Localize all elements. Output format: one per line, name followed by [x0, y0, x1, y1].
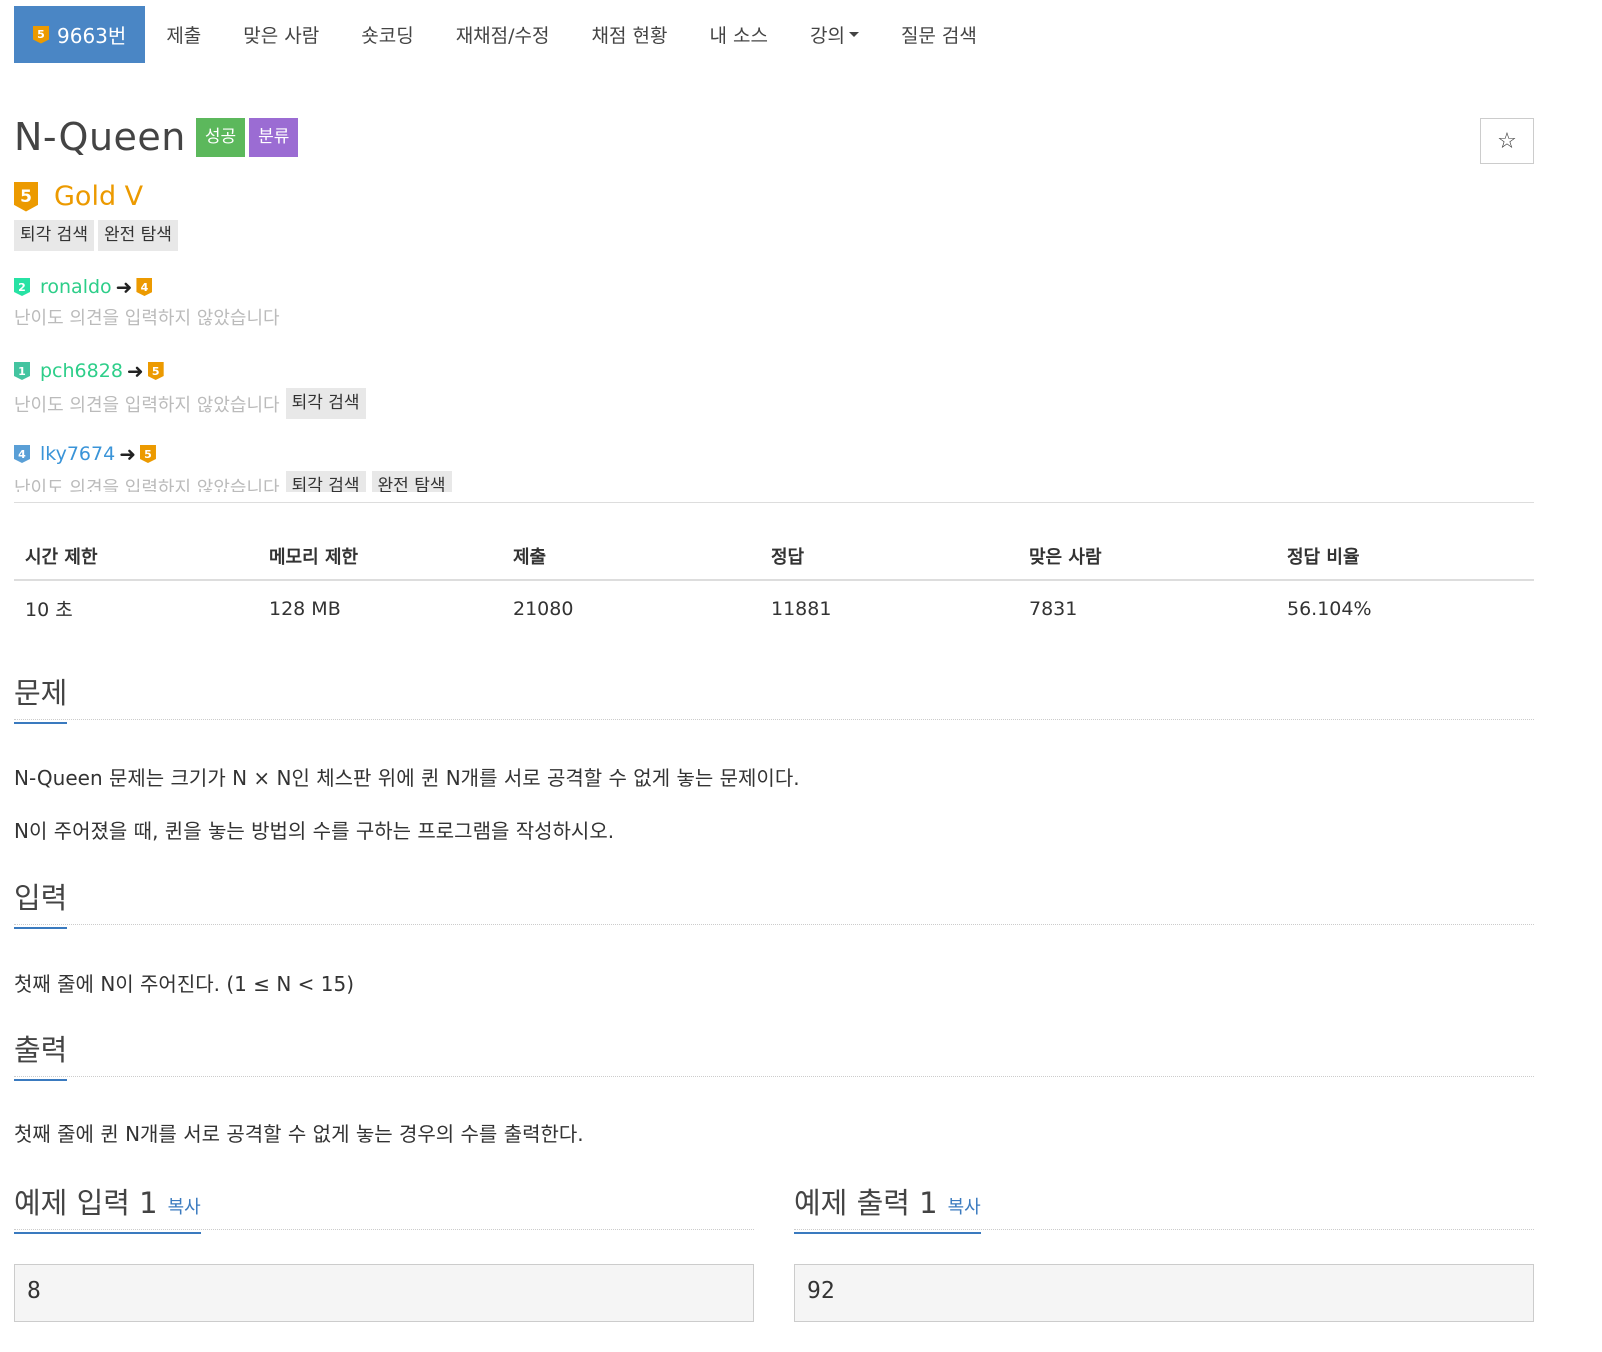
opinion-user-link[interactable]: ronaldo: [40, 276, 112, 298]
table-row: 10 초 128 MB 21080 11881 7831 56.104%: [14, 580, 1534, 636]
tier-name: Gold V: [54, 181, 144, 212]
nav-lecture-dropdown[interactable]: 강의: [789, 6, 880, 63]
column-header: 메모리 제한: [258, 535, 502, 581]
caret-down-icon: [848, 32, 859, 37]
user-tier-icon: 1: [14, 362, 30, 380]
sample-output-title: 예제 출력 1: [794, 1186, 938, 1220]
tag[interactable]: 완전 탐색: [371, 471, 452, 492]
output-section-head: 출력: [14, 1027, 1534, 1081]
title-row: N-Queen 성공 분류: [14, 115, 299, 159]
category-label[interactable]: 분류: [249, 117, 299, 157]
nav-solved-users[interactable]: 맞은 사람: [222, 6, 340, 63]
sample-output-box[interactable]: 92: [794, 1264, 1534, 1322]
nav-my-source[interactable]: 내 소스: [688, 6, 788, 63]
opinion-text: 난이도 의견을 입력하지 않았습니다: [14, 308, 280, 329]
section-title: 예제 입력 1 복사: [14, 1180, 201, 1234]
difficulty-opinions: 2 ronaldo ➜ 4 난이도 의견을 입력하지 않았습니다 1 pch68…: [14, 272, 1534, 492]
sample-input-box[interactable]: 8: [14, 1264, 754, 1322]
opinion-user-link[interactable]: pch6828: [40, 360, 123, 382]
copy-input-button[interactable]: 복사: [168, 1197, 201, 1218]
algorithm-tags: 퇴각 검색 완전 탐색: [14, 220, 182, 251]
user-tier-icon: 4: [14, 445, 30, 463]
accepted: 11881: [771, 597, 832, 620]
sample-output-head: 예제 출력 1 복사: [794, 1180, 1534, 1234]
column-header: 맞은 사람: [1018, 535, 1276, 581]
column-header: 정답: [760, 535, 1018, 581]
gold-tier-icon: 5: [14, 181, 38, 212]
section-title: 출력: [14, 1027, 68, 1081]
tag[interactable]: 퇴각 검색: [285, 471, 366, 492]
section-title: 문제: [14, 670, 68, 724]
arrow-right-icon: ➜: [119, 442, 136, 466]
time-limit: 10 초: [25, 599, 73, 621]
arrow-right-icon: ➜: [126, 359, 144, 383]
memory-limit: 128 MB: [269, 597, 341, 620]
nav-problem-tab[interactable]: 5 9663번: [14, 6, 146, 63]
divider: [14, 502, 1534, 503]
nav-qna-search[interactable]: 질문 검색: [880, 6, 998, 63]
input-description: 첫째 줄에 N이 주어진다. (1 ≤ N < 15): [14, 972, 355, 996]
nav-rejudge[interactable]: 재채점/수정: [435, 6, 571, 63]
success-label[interactable]: 성공: [195, 117, 246, 157]
user-tier-icon: 2: [14, 278, 30, 296]
accept-ratio: 56.104%: [1287, 597, 1372, 620]
nav-judge-status[interactable]: 채점 현황: [571, 6, 689, 63]
opinion-item: 1 pch6828 ➜ 5 난이도 의견을 입력하지 않았습니다 퇴각 검색: [14, 356, 366, 419]
output-description: 첫째 줄에 퀸 N개를 서로 공격할 수 없게 놓는 경우의 수를 출력한다.: [14, 1122, 584, 1146]
problem-section-head: 문제: [14, 670, 1534, 724]
sample-input-head: 예제 입력 1 복사: [14, 1180, 754, 1234]
section-title: 입력: [14, 875, 68, 929]
section-title: 예제 출력 1 복사: [794, 1180, 981, 1234]
solved-users: 7831: [1029, 597, 1078, 620]
nav-lecture-label: 강의: [809, 25, 845, 47]
table-header-row: 시간 제한 메모리 제한 제출 정답 맞은 사람 정답 비율: [14, 535, 1534, 581]
page-title: N-Queen: [14, 115, 186, 159]
nav-short-coding[interactable]: 숏코딩: [340, 6, 434, 63]
gold-tier-icon: 5: [33, 25, 49, 44]
problem-description: N이 주어졌을 때, 퀸을 놓는 방법의 수를 구하는 프로그램을 작성하시오.: [14, 819, 615, 843]
column-header: 제출: [502, 535, 760, 581]
input-section-head: 입력: [14, 875, 1534, 929]
opinion-text: 난이도 의견을 입력하지 않았습니다: [14, 394, 280, 416]
nav-submit[interactable]: 제출: [145, 6, 222, 63]
submissions: 21080: [513, 597, 574, 620]
opinion-user-link[interactable]: lky7674: [40, 443, 115, 465]
column-header: 시간 제한: [14, 535, 258, 581]
problem-nav: 5 9663번 제출 맞은 사람 숏코딩 재채점/수정 채점 현황 내 소스 강…: [14, 6, 998, 63]
opinion-text: 난이도 의견을 입력하지 않았습니다: [14, 477, 280, 493]
tag[interactable]: 완전 탐색: [97, 220, 178, 251]
voted-tier-icon: 4: [136, 278, 153, 296]
nav-problem-number: 9663번: [57, 24, 127, 48]
opinion-item: 2 ronaldo ➜ 4 난이도 의견을 입력하지 않았습니다: [14, 272, 280, 330]
problem-description: N-Queen 문제는 크기가 N × N인 체스판 위에 퀸 N개를 서로 공…: [14, 766, 800, 790]
tag[interactable]: 퇴각 검색: [285, 388, 366, 419]
voted-tier-icon: 5: [139, 445, 156, 463]
voted-tier-icon: 5: [147, 362, 164, 380]
column-header: 정답 비율: [1276, 535, 1534, 581]
sample-input-title: 예제 입력 1: [14, 1186, 158, 1220]
arrow-right-icon: ➜: [115, 275, 133, 299]
star-button[interactable]: ☆: [1480, 118, 1534, 164]
tag[interactable]: 퇴각 검색: [14, 220, 94, 251]
tier-row: 5 Gold V: [14, 181, 143, 212]
problem-info-table: 시간 제한 메모리 제한 제출 정답 맞은 사람 정답 비율 10 초 128 …: [14, 535, 1534, 636]
opinion-item: 4 lky7674 ➜ 5 난이도 의견을 입력하지 않았습니다 퇴각 검색 완…: [14, 439, 452, 492]
copy-output-button[interactable]: 복사: [948, 1197, 981, 1218]
